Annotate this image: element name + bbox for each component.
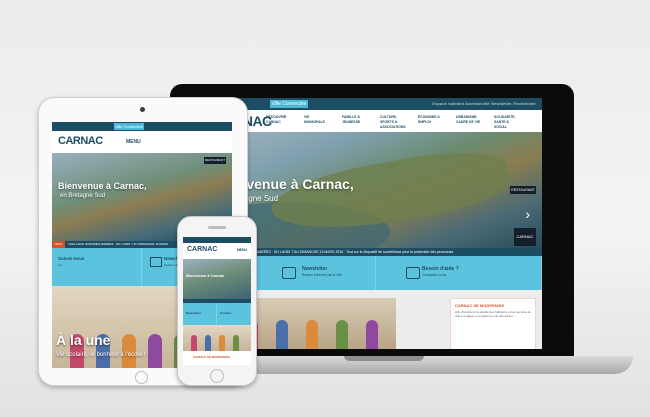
phone-tiles: Newsletter Contact <box>183 303 251 325</box>
phone-home-button[interactable] <box>210 369 224 383</box>
tablet-restaurant-badge[interactable]: RESTAURANT <box>204 157 226 164</box>
tile-title: Newsletter <box>302 266 328 272</box>
nav-item[interactable]: Solidarité, santé & social <box>494 115 520 130</box>
chat-icon <box>406 267 420 279</box>
child-figure <box>233 335 239 351</box>
tablet-navbar: CARNAC MENU <box>52 131 232 153</box>
laptop-content-section: CARNAC SE MODERNISE Afin d'améliorer la … <box>210 290 542 349</box>
phone-hero-banner: Bienvenue à Carnac <box>183 259 251 299</box>
child-figure <box>205 335 211 351</box>
follow-tile[interactable]: Suivez-nous sur <box>52 248 142 286</box>
nav-item[interactable]: Économie & emploi <box>418 115 444 130</box>
laptop-topbar-tab[interactable]: Ville Connectée <box>270 100 308 108</box>
tablet-hero-title: Bienvenue à Carnac, <box>58 181 147 191</box>
nav-item[interactable]: Urbanisme, cadre de vie <box>456 115 482 130</box>
phone-menu-button[interactable]: MENU <box>237 248 247 252</box>
news-card-text: Afin d'améliorer la qualité des habitant… <box>455 310 531 318</box>
newsletter-tile[interactable]: Newsletter <box>183 303 217 325</box>
tile-subtitle: sur <box>58 263 63 267</box>
laptop-navbar: CARNAC Découvrir Carnac Vie municipale F… <box>210 110 542 133</box>
laptop-hero-banner: Bienvenue à Carnac, en Bretagne Sud REST… <box>210 132 542 248</box>
tile-title: Suivez-nous <box>58 256 85 261</box>
phone-hero-title: Bienvenue à Carnac <box>186 273 225 278</box>
mail-icon <box>150 257 162 267</box>
laptop-screen: Ville Connectée Espace habitant Accessib… <box>210 98 542 349</box>
phone-logo[interactable]: CARNAC <box>187 246 217 253</box>
laptop-alert-bar[interactable]: VIGILANCE GRANDES MARÉES · DU LUNDI 7 AU… <box>210 248 542 256</box>
contact-tile[interactable]: Contact <box>217 303 251 325</box>
tile-subtitle: Contactez-nous <box>422 273 447 277</box>
tablet-home-button[interactable] <box>135 371 148 384</box>
tile-title: Besoin d'aide ? <box>422 266 459 272</box>
laptop-topbar: Ville Connectée Espace habitant Accessib… <box>210 98 542 110</box>
tile-subtitle: Restez informé par la ville <box>302 273 343 277</box>
phone-feature-photo[interactable] <box>183 325 251 351</box>
laptop-topbar-links[interactable]: Espace habitant Accessibilité Newsletter… <box>432 100 536 108</box>
child-figure <box>336 320 348 349</box>
nav-item[interactable]: Famille & Jeunesse <box>342 115 368 130</box>
phone-navbar: CARNAC MENU <box>183 243 251 259</box>
nav-item[interactable]: Culture, sports & associations <box>380 115 406 130</box>
child-figure <box>148 334 162 368</box>
child-figure <box>276 320 288 349</box>
laptop-notch <box>344 356 424 361</box>
tile-title: Newsletter <box>186 311 202 315</box>
phone-device: CARNAC MENU Bienvenue à Carnac Newslette… <box>177 216 257 386</box>
phone-screen: CARNAC MENU Bienvenue à Carnac Newslette… <box>183 237 251 365</box>
child-figure <box>306 320 318 349</box>
tablet-logo[interactable]: CARNAC <box>58 135 103 147</box>
laptop-tiles: Newsletter Restez informé par la ville B… <box>210 256 542 290</box>
tablet-feature-title: À la une <box>56 332 111 348</box>
tablet-menu-button[interactable]: MENU <box>126 139 141 145</box>
news-card-title: CARNAC SE MODERNISE <box>455 303 505 308</box>
phone-news-card[interactable]: CARNAC SE MODERNISE <box>183 351 251 365</box>
tablet-topbar: Ville Connectée <box>52 122 232 131</box>
child-figure <box>366 320 378 349</box>
child-figure <box>122 334 136 368</box>
laptop-restaurant-badge[interactable]: RESTAURANT <box>510 186 536 194</box>
nav-item[interactable]: Découvrir Carnac <box>266 115 292 130</box>
laptop-nav-items: Découvrir Carnac Vie municipale Famille … <box>266 115 520 130</box>
phone-speaker <box>208 226 226 229</box>
news-card-title: CARNAC SE MODERNISE <box>193 355 230 359</box>
alert-flag: INFO <box>52 241 66 248</box>
tablet-topbar-tab[interactable]: Ville Connectée <box>114 123 144 130</box>
tile-title: Contact <box>220 311 232 315</box>
mail-icon <box>282 267 296 279</box>
tablet-feature-caption: Vie scolaire, le bonheur à l'école ! <box>56 352 146 358</box>
laptop-hero-logo-badge: CARNAC <box>514 228 536 246</box>
child-figure <box>219 335 225 351</box>
contact-tile[interactable]: Besoin d'aide ? Contactez-nous <box>376 256 542 290</box>
news-card[interactable]: CARNAC SE MODERNISE Afin d'améliorer la … <box>450 298 536 349</box>
tablet-hero-subtitle: en Bretagne Sud <box>60 193 106 199</box>
tablet-camera <box>140 107 145 112</box>
nav-item[interactable]: Vie municipale <box>304 115 330 130</box>
alert-text: VIGILANCE GRANDES MARÉES · DU LUNDI 7 AU… <box>68 242 169 246</box>
child-figure <box>191 335 197 351</box>
carousel-next-icon[interactable]: › <box>525 206 530 222</box>
